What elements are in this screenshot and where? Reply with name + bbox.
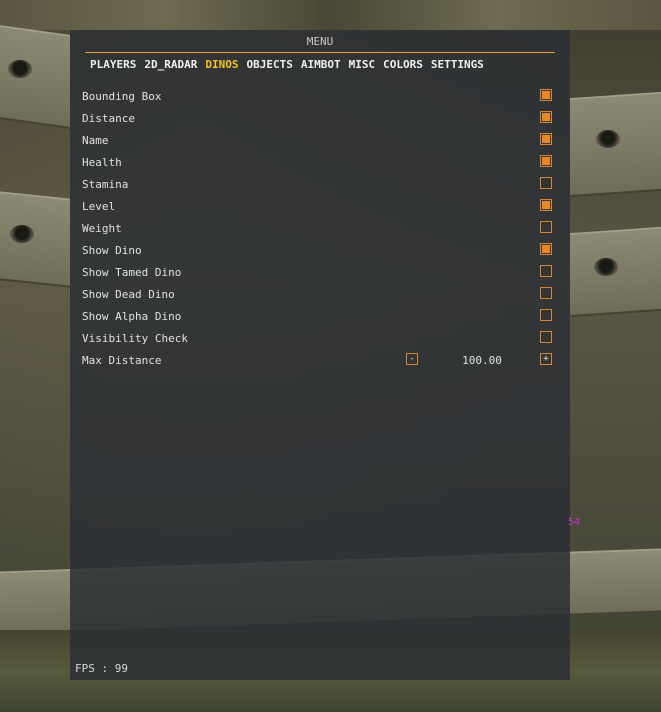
background-bolt [8, 60, 32, 78]
option-label: Visibility Check [82, 332, 188, 345]
max-distance-increase-button[interactable]: + [540, 353, 552, 365]
option-label: Show Alpha Dino [82, 310, 182, 323]
background-bolt [10, 225, 34, 243]
background-beam-top [0, 0, 661, 30]
option-label: Show Dead Dino [82, 288, 175, 301]
visibility-check-checkbox[interactable] [540, 331, 552, 343]
tab-players[interactable]: PLAYERS [90, 58, 136, 71]
menu-title: MENU [306, 35, 334, 48]
background-plank [0, 25, 70, 129]
option-row-bounding-box: Bounding Box [82, 88, 560, 110]
option-row-distance: Distance [82, 110, 560, 132]
bounding-box-checkbox[interactable] [540, 89, 552, 101]
option-label: Bounding Box [82, 90, 162, 103]
option-row-name: Name [82, 132, 560, 154]
max-distance-value: 100.00 [462, 354, 502, 367]
menu-tab-bar: PLAYERS 2D_RADAR DINOS OBJECTS AIMBOT MI… [90, 58, 484, 71]
option-row-level: Level [82, 198, 560, 220]
dino-options-list: Bounding Box Distance Name Health Stamin… [82, 88, 560, 374]
show-alpha-dino-checkbox[interactable] [540, 309, 552, 321]
fps-counter: FPS : 99 [75, 662, 128, 675]
menu-title-divider [85, 52, 555, 53]
tab-aimbot[interactable]: AIMBOT [301, 58, 341, 71]
option-row-show-dead-dino: Show Dead Dino [82, 286, 560, 308]
max-distance-label: Max Distance [82, 354, 162, 367]
show-dead-dino-checkbox[interactable] [540, 287, 552, 299]
distance-checkbox[interactable] [540, 111, 552, 123]
option-row-weight: Weight [82, 220, 560, 242]
option-label: Show Dino [82, 244, 142, 257]
stamina-checkbox[interactable] [540, 177, 552, 189]
option-label: Show Tamed Dino [82, 266, 182, 279]
option-row-show-alpha-dino: Show Alpha Dino [82, 308, 560, 330]
tab-settings[interactable]: SETTINGS [431, 58, 484, 71]
option-row-show-dino: Show Dino [82, 242, 560, 264]
option-label: Distance [82, 112, 135, 125]
tab-objects[interactable]: OBJECTS [246, 58, 292, 71]
option-label: Level [82, 200, 116, 213]
option-row-max-distance: Max Distance - 100.00 + [82, 352, 560, 374]
option-label: Name [82, 134, 109, 147]
esp-overlay-fragment: 54 [568, 517, 581, 528]
tab-misc[interactable]: MISC [349, 58, 376, 71]
tab-colors[interactable]: COLORS [383, 58, 423, 71]
max-distance-decrease-button[interactable]: - [406, 353, 418, 365]
option-label: Weight [82, 222, 122, 235]
show-tamed-dino-checkbox[interactable] [540, 265, 552, 277]
background-bolt [596, 130, 620, 148]
background-plank [0, 191, 70, 288]
option-label: Health [82, 156, 122, 169]
cheat-menu-panel: MENU PLAYERS 2D_RADAR DINOS OBJECTS AIMB… [70, 30, 570, 680]
name-checkbox[interactable] [540, 133, 552, 145]
option-row-visibility-check: Visibility Check [82, 330, 560, 352]
option-row-health: Health [82, 154, 560, 176]
show-dino-checkbox[interactable] [540, 243, 552, 255]
option-row-show-tamed-dino: Show Tamed Dino [82, 264, 560, 286]
tab-2d-radar[interactable]: 2D_RADAR [144, 58, 197, 71]
weight-checkbox[interactable] [540, 221, 552, 233]
background-bolt [594, 258, 618, 276]
tab-dinos[interactable]: DINOS [205, 58, 238, 71]
level-checkbox[interactable] [540, 199, 552, 211]
health-checkbox[interactable] [540, 155, 552, 167]
option-label: Stamina [82, 178, 129, 191]
option-row-stamina: Stamina [82, 176, 560, 198]
